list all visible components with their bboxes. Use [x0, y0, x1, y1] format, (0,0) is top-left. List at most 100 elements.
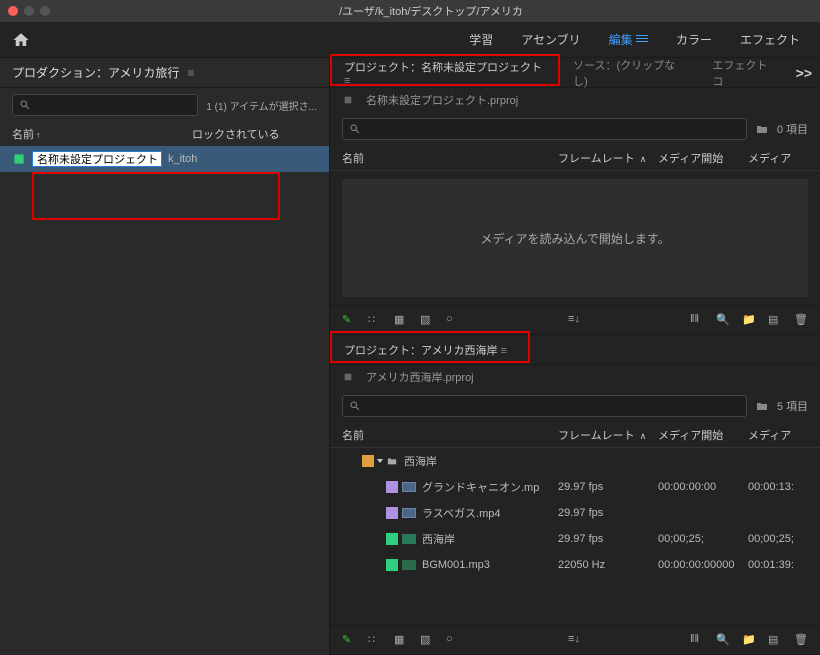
col-media-dur[interactable]: メディア [748, 427, 808, 443]
panel-tabs: プロジェクト：名称未設定プロジェクト ≡ ソース：(クリップなし) エフェクトコ… [330, 58, 820, 88]
lock-user: k_itoh [168, 153, 197, 165]
project-file-icon [342, 95, 354, 105]
hamburger-icon [636, 33, 648, 44]
zoom-slider-icon[interactable]: ○ [446, 633, 460, 647]
audio-icon [402, 560, 416, 570]
write-indicator-icon[interactable]: ✎ [342, 633, 356, 647]
search-icon [19, 99, 31, 111]
tab-project-2[interactable]: プロジェクト：アメリカ西海岸 ≡ [338, 342, 513, 358]
clip-icon [402, 508, 416, 518]
column-headers-2: 名前 フレームレート ∧ メディア開始 メディア [330, 423, 820, 448]
project-crumb-2: アメリカ西海岸.prproj [330, 365, 820, 389]
bin-filter-icon[interactable] [755, 400, 769, 412]
nav-learn[interactable]: 学習 [469, 31, 493, 48]
panel-menu-icon[interactable]: ≡ [187, 66, 194, 80]
col-name[interactable]: 名前↑ [12, 126, 192, 142]
col-media-start[interactable]: メディア開始 [658, 150, 748, 166]
write-indicator-icon[interactable]: ✎ [342, 313, 356, 327]
search-input[interactable] [342, 395, 747, 417]
sort-icon[interactable]: ≡↓ [568, 633, 582, 647]
col-media-dur[interactable]: メディア [748, 150, 808, 166]
new-item-icon[interactable]: ▤ [768, 313, 782, 327]
empty-media-area[interactable]: メディアを読み込んで開始します。 [342, 179, 808, 297]
media-list: 西海岸 グランドキャニオン.mp 29.97 fps 00:00:00:00 0… [330, 448, 820, 625]
search-input[interactable] [12, 94, 198, 116]
col-framerate[interactable]: フレームレート ∧ [558, 427, 658, 443]
clip-dur: 00:00:13: [748, 481, 808, 493]
col-name[interactable]: 名前 [342, 150, 558, 166]
nav-effects[interactable]: エフェクト [740, 31, 800, 48]
minimize-window[interactable] [24, 6, 34, 16]
media-row[interactable]: 西海岸 29.97 fps 00;00;25; 00;00;25; [330, 526, 820, 552]
find-icon[interactable]: 🔍 [716, 633, 730, 647]
panel-toolbar-2: ✎ ∷ ▦ ▧ ○ ≡↓ ‖‖ 🔍 📁 ▤ 🗑 [330, 625, 820, 655]
clip-start: 00:00:00:00 [658, 481, 748, 493]
seq-icon [402, 534, 416, 544]
tab-project[interactable]: プロジェクト：名称未設定プロジェクト ≡ [338, 59, 555, 87]
tab-source[interactable]: ソース：(クリップなし) [567, 57, 694, 89]
media-row[interactable]: BGM001.mp3 22050 Hz 00:00:00:00000 00:01… [330, 552, 820, 578]
freeform-view-icon[interactable]: ▧ [420, 313, 434, 327]
panel-toolbar: ✎ ∷ ▦ ▧ ○ ≡↓ ‖‖ 🔍 📁 ▤ 🗑 [330, 305, 820, 335]
clip-name: 西海岸 [422, 531, 558, 547]
nav-assembly[interactable]: アセンブリ [521, 31, 580, 48]
tab-effects[interactable]: エフェクトコ [706, 57, 783, 89]
production-panel: プロダクション：アメリカ旅行 ≡ 1 (1) アイテムが選択さ... 名前↑ ロ… [0, 58, 330, 655]
more-tabs-icon[interactable]: >> [796, 65, 812, 81]
column-headers: 名前↑ ロックされている [0, 122, 329, 146]
automate-icon[interactable]: ‖‖ [690, 633, 704, 647]
clip-name: ラスベガス.mp4 [422, 505, 558, 521]
folder-icon [386, 456, 398, 466]
project-file-icon [342, 372, 354, 382]
clip-start: 00:00:00:00000 [658, 559, 748, 571]
item-count: 0 項目 [777, 121, 808, 137]
icon-view-icon[interactable]: ▦ [394, 633, 408, 647]
bin-filter-icon[interactable] [755, 123, 769, 135]
delete-icon[interactable]: 🗑 [794, 633, 808, 647]
col-framerate[interactable]: フレームレート ∧ [558, 150, 658, 166]
new-bin-icon[interactable]: 📁 [742, 633, 756, 647]
clip-framerate: 29.97 fps [558, 533, 658, 545]
clip-framerate: 29.97 fps [558, 507, 658, 519]
clip-framerate: 29.97 fps [558, 481, 658, 493]
clip-icon [402, 482, 416, 492]
production-header: プロダクション：アメリカ旅行 ≡ [0, 58, 329, 88]
disclosure-icon[interactable] [377, 459, 383, 463]
media-row[interactable]: ラスベガス.mp4 29.97 fps [330, 500, 820, 526]
new-bin-icon[interactable]: 📁 [742, 313, 756, 327]
highlight-box [32, 172, 280, 220]
label-swatch [386, 533, 398, 545]
label-swatch [386, 481, 398, 493]
rename-input[interactable] [32, 151, 162, 167]
search-input[interactable] [342, 118, 747, 140]
clip-name: グランドキャニオン.mp [422, 479, 558, 495]
close-window[interactable] [8, 6, 18, 16]
automate-icon[interactable]: ‖‖ [690, 313, 704, 327]
freeform-view-icon[interactable]: ▧ [420, 633, 434, 647]
nav-edit[interactable]: 編集 [609, 31, 648, 48]
list-view-icon[interactable]: ∷ [368, 633, 382, 647]
label-swatch [386, 559, 398, 571]
icon-view-icon[interactable]: ▦ [394, 313, 408, 327]
delete-icon[interactable]: 🗑 [794, 313, 808, 327]
home-icon[interactable] [12, 31, 30, 49]
nav-color[interactable]: カラー [676, 31, 712, 48]
list-view-icon[interactable]: ∷ [368, 313, 382, 327]
selection-count: 1 (1) アイテムが選択さ... [206, 98, 317, 113]
zoom-slider-icon[interactable]: ○ [446, 313, 460, 327]
col-media-start[interactable]: メディア開始 [658, 427, 748, 443]
find-icon[interactable]: 🔍 [716, 313, 730, 327]
window-controls[interactable] [8, 6, 50, 16]
media-row[interactable]: グランドキャニオン.mp 29.97 fps 00:00:00:00 00:00… [330, 474, 820, 500]
clip-framerate: 22050 Hz [558, 559, 658, 571]
project-item-row[interactable]: k_itoh [0, 146, 329, 172]
maximize-window[interactable] [40, 6, 50, 16]
sort-icon[interactable]: ≡↓ [568, 313, 582, 327]
new-item-icon[interactable]: ▤ [768, 633, 782, 647]
col-lock[interactable]: ロックされている [192, 126, 280, 142]
titlebar: /ユーザ/k_itoh/デスクトップ/アメリカ [0, 0, 820, 22]
bin-row[interactable]: 西海岸 [330, 448, 820, 474]
col-name[interactable]: 名前 [342, 427, 558, 443]
clip-name: BGM001.mp3 [422, 559, 558, 571]
clip-dur: 00:01:39: [748, 559, 808, 571]
